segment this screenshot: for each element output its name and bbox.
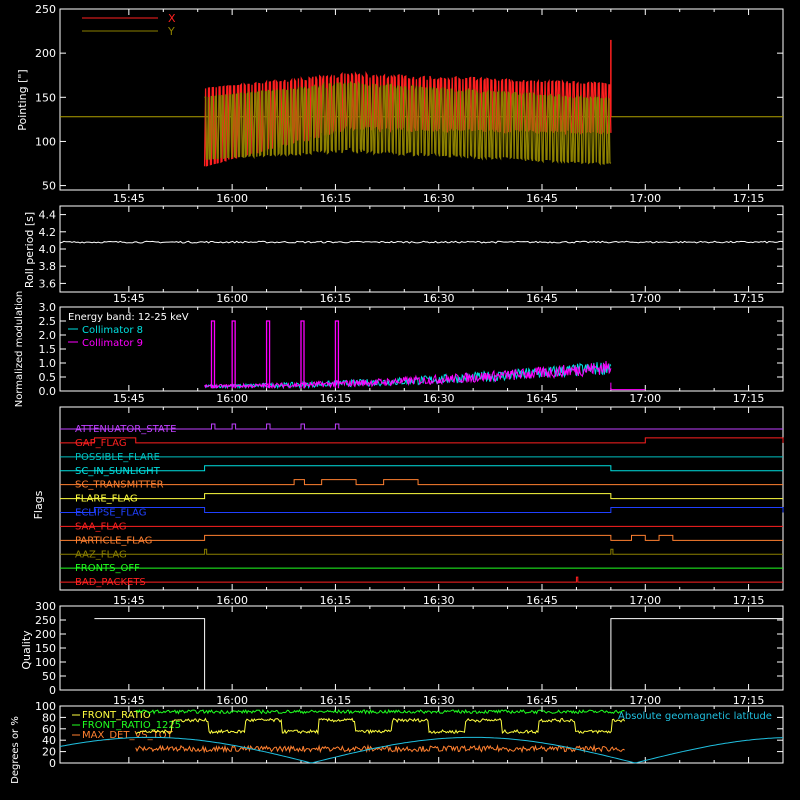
flag-label: FRONTS_OFF bbox=[75, 563, 140, 574]
x-tick-label: 16:30 bbox=[423, 694, 455, 707]
flag-label: BAD_PACKETS bbox=[75, 577, 146, 588]
y-tick-label: 100 bbox=[35, 656, 56, 669]
geomagnetic-latitude-label: Absolute geomagnetic latitude bbox=[618, 711, 772, 722]
y-tick-label: 4.4 bbox=[39, 209, 57, 222]
y-tick-label: 0 bbox=[49, 757, 56, 770]
y-tick-label: 300 bbox=[35, 600, 56, 613]
x-tick-label: 16:30 bbox=[423, 392, 455, 405]
y-tick-label: 100 bbox=[35, 700, 56, 713]
x-tick-label: 16:45 bbox=[526, 594, 558, 607]
x-tick-label: 16:00 bbox=[216, 392, 248, 405]
x-tick-label: 17:00 bbox=[629, 192, 661, 205]
y-tick-label: 0 bbox=[49, 684, 56, 697]
x-tick-label: 17:15 bbox=[733, 192, 765, 205]
y-tick-label: 3.8 bbox=[39, 260, 57, 273]
x-tick-label: 17:00 bbox=[629, 694, 661, 707]
x-tick-label: 17:00 bbox=[629, 392, 661, 405]
x-tick-label: 16:00 bbox=[216, 192, 248, 205]
flag-label: SAA_FLAG bbox=[75, 521, 126, 532]
collimator-8-label: Collimator 8 bbox=[82, 325, 143, 336]
x-tick-label: 17:15 bbox=[733, 594, 765, 607]
x-tick-label: 15:45 bbox=[113, 192, 145, 205]
flag-label: POSSIBLE_FLARE bbox=[75, 452, 160, 463]
x-tick-label: 16:45 bbox=[526, 192, 558, 205]
x-tick-label: 16:45 bbox=[526, 694, 558, 707]
x-tick-label: 16:00 bbox=[216, 694, 248, 707]
x-tick-label: 16:30 bbox=[423, 192, 455, 205]
flag-label: AAZ_FLAG bbox=[75, 549, 127, 560]
x-tick-label: 16:15 bbox=[320, 392, 352, 405]
flag-label: SC_TRANSMITTER bbox=[75, 480, 164, 491]
y-tick-label: 100 bbox=[35, 135, 56, 148]
pointing-ylabel: Pointing ["] bbox=[16, 69, 29, 130]
x-tick-label: 15:45 bbox=[113, 594, 145, 607]
x-tick-label: 16:30 bbox=[423, 292, 455, 305]
y-tick-label: 250 bbox=[35, 614, 56, 627]
roll-period-ylabel: Roll period [s] bbox=[23, 212, 36, 288]
rhessi-quicklook-figure: Pointing ["] X Y 15:45 16:00 16:15 16:30 16:… bbox=[0, 0, 800, 800]
flag-label: PARTICLE_FLAG bbox=[75, 535, 152, 546]
y-tick-label: 3.6 bbox=[39, 277, 57, 290]
x-tick-label: 15:45 bbox=[113, 292, 145, 305]
energy-band-annotation: Energy band: 12-25 keV bbox=[68, 312, 189, 323]
flag-label: ECLIPSE_FLAG bbox=[75, 508, 146, 519]
x-tick-label: 16:15 bbox=[320, 594, 352, 607]
y-tick-label: 3.0 bbox=[39, 301, 57, 314]
x-tick-label: 17:15 bbox=[733, 694, 765, 707]
x-tick-label: 17:15 bbox=[733, 292, 765, 305]
x-tick-label: 16:15 bbox=[320, 292, 352, 305]
y-tick-label: 150 bbox=[35, 642, 56, 655]
y-tick-label: 0.0 bbox=[39, 385, 57, 398]
y-tick-label: 20 bbox=[42, 746, 56, 759]
x-tick-label: 15:45 bbox=[113, 694, 145, 707]
flag-label: FLARE_FLAG bbox=[75, 494, 138, 505]
ratios-ylabel: Degrees or % bbox=[10, 716, 21, 784]
x-tick-label: 17:15 bbox=[733, 392, 765, 405]
x-tick-label: 16:15 bbox=[320, 192, 352, 205]
y-tick-label: 200 bbox=[35, 628, 56, 641]
flag-label: SC_IN_SUNLIGHT bbox=[75, 466, 161, 477]
y-tick-label: 4.2 bbox=[39, 226, 57, 239]
x-tick-label: 16:15 bbox=[320, 694, 352, 707]
x-tick-label: 17:00 bbox=[629, 292, 661, 305]
x-tick-label: 16:45 bbox=[526, 392, 558, 405]
pointing-legend-x-label: X bbox=[168, 12, 176, 25]
x-tick-label: 15:45 bbox=[113, 392, 145, 405]
y-tick-label: 200 bbox=[35, 47, 56, 60]
flag-label: GAP_FLAG bbox=[75, 438, 127, 449]
y-tick-label: 150 bbox=[35, 91, 56, 104]
y-tick-label: 50 bbox=[42, 180, 56, 193]
x-tick-label: 16:00 bbox=[216, 594, 248, 607]
y-tick-label: 1.0 bbox=[39, 357, 57, 370]
y-tick-label: 2.5 bbox=[39, 315, 57, 328]
y-tick-label: 50 bbox=[42, 670, 56, 683]
y-tick-label: 60 bbox=[42, 723, 56, 736]
flags-ylabel: Flags bbox=[32, 490, 45, 519]
collimator-9-label: Collimator 9 bbox=[82, 338, 143, 349]
y-tick-label: 250 bbox=[35, 3, 56, 16]
x-tick-label: 16:30 bbox=[423, 594, 455, 607]
y-tick-label: 40 bbox=[42, 734, 56, 747]
modulation-ylabel: Normalized modulation bbox=[14, 291, 25, 408]
pointing-legend-y-label: Y bbox=[167, 25, 175, 38]
x-tick-label: 17:00 bbox=[629, 594, 661, 607]
x-tick-label: 16:00 bbox=[216, 292, 248, 305]
flag-label: ATTENUATOR_STATE bbox=[75, 424, 176, 435]
y-tick-label: 4.0 bbox=[39, 243, 57, 256]
x-tick-label: 16:45 bbox=[526, 292, 558, 305]
y-tick-label: 80 bbox=[42, 711, 56, 724]
y-tick-label: 0.5 bbox=[39, 371, 57, 384]
y-tick-label: 2.0 bbox=[39, 329, 57, 342]
y-tick-label: 1.5 bbox=[39, 343, 57, 356]
quality-ylabel: Quality bbox=[20, 630, 33, 670]
